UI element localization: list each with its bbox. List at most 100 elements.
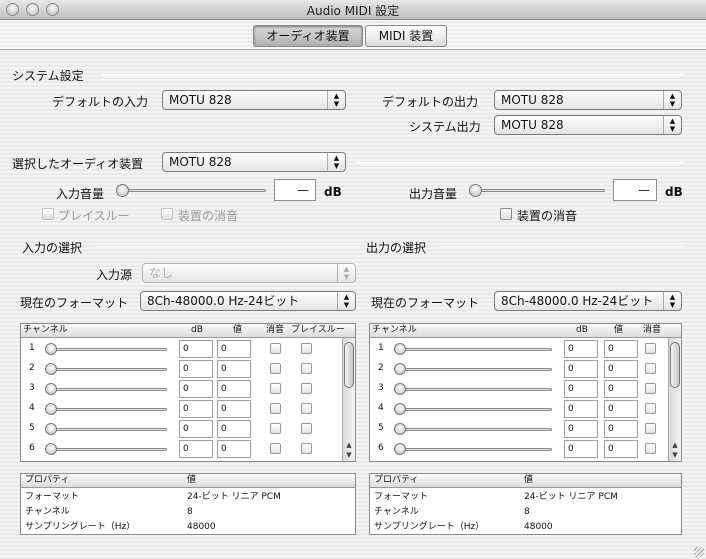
input-volume-field[interactable]: — [274,179,316,201]
slider-knob[interactable] [394,423,406,435]
output-volume-slider[interactable] [469,184,605,197]
scroll-down-icon[interactable]: ▼ [343,451,355,459]
channel-mute-checkbox[interactable] [645,403,656,414]
output-mute-checkbox[interactable] [500,208,512,220]
column-channel[interactable]: チャンネル [23,324,68,337]
slider-knob[interactable] [394,403,406,415]
channel-db-field[interactable]: 0 [564,440,598,458]
channel-db-field[interactable]: 0 [564,340,598,358]
channel-value-field[interactable]: 0 [217,380,251,398]
channel-mute-checkbox[interactable] [270,423,281,434]
output-volume-field[interactable]: — [613,179,657,201]
channel-mute-checkbox[interactable] [645,383,656,394]
slider-knob[interactable] [394,443,406,455]
slider-knob[interactable] [45,423,57,435]
channel-db-field[interactable]: 0 [564,400,598,418]
slider-knob[interactable] [45,383,57,395]
scroll-down-icon[interactable]: ▼ [669,451,681,459]
channel-gain-slider[interactable] [394,383,552,395]
column-mute[interactable]: 消音 [266,324,284,337]
channel-gain-slider[interactable] [45,403,167,415]
output-format-popup[interactable]: 8Ch-48000.0 Hz-24ビット ▲ ▼ [494,291,682,311]
channel-playthrough-checkbox[interactable] [301,443,312,454]
column-db[interactable]: dB [191,324,203,337]
system-output-popup[interactable]: MOTU 828 ▲ ▼ [494,115,682,135]
playthrough-checkbox[interactable] [42,208,54,220]
scroll-thumb[interactable] [344,342,354,388]
resize-grip-icon[interactable] [694,547,704,557]
slider-knob[interactable] [45,403,57,415]
slider-knob[interactable] [45,443,57,455]
channel-value-field[interactable]: 0 [217,440,251,458]
channel-value-field[interactable]: 0 [604,340,638,358]
column-value[interactable]: 値 [187,474,196,487]
column-channel[interactable]: チャンネル [372,324,417,337]
column-playthrough[interactable]: プレイスルー [291,324,345,337]
tab-midi-devices[interactable]: MIDI 装置 [365,25,447,47]
channel-gain-slider[interactable] [394,403,552,415]
slider-knob[interactable] [116,184,129,197]
column-value[interactable]: 値 [614,324,623,337]
scroll-up-icon[interactable]: ▲ [343,441,355,449]
channel-mute-checkbox[interactable] [270,443,281,454]
selected-device-popup[interactable]: MOTU 828 ▲ ▼ [162,152,346,172]
channel-playthrough-checkbox[interactable] [301,383,312,394]
channel-playthrough-checkbox[interactable] [301,423,312,434]
channel-mute-checkbox[interactable] [270,383,281,394]
column-property[interactable]: プロパティ [374,474,418,487]
scroll-thumb[interactable] [670,342,680,388]
column-property[interactable]: プロパティ [25,474,69,487]
channel-db-field[interactable]: 0 [179,440,213,458]
channel-db-field[interactable]: 0 [179,400,213,418]
default-input-popup[interactable]: MOTU 828 ▲ ▼ [162,90,346,110]
channel-db-field[interactable]: 0 [564,380,598,398]
channel-mute-checkbox[interactable] [270,363,281,374]
column-value[interactable]: 値 [524,474,533,487]
input-source-popup[interactable]: なし ▲ ▼ [142,263,356,283]
channel-mute-checkbox[interactable] [270,403,281,414]
channel-playthrough-checkbox[interactable] [301,403,312,414]
channel-mute-checkbox[interactable] [645,343,656,354]
channel-gain-slider[interactable] [45,343,167,355]
channel-db-field[interactable]: 0 [179,380,213,398]
channel-value-field[interactable]: 0 [604,380,638,398]
channel-gain-slider[interactable] [394,443,552,455]
channel-mute-checkbox[interactable] [645,363,656,374]
slider-knob[interactable] [394,363,406,375]
channel-db-field[interactable]: 0 [179,340,213,358]
channel-value-field[interactable]: 0 [604,440,638,458]
channel-gain-slider[interactable] [45,443,167,455]
slider-knob[interactable] [45,363,57,375]
default-output-popup[interactable]: MOTU 828 ▲ ▼ [494,90,682,110]
title-bar[interactable]: Audio MIDI 設定 [0,0,706,20]
channel-gain-slider[interactable] [45,383,167,395]
channel-value-field[interactable]: 0 [604,360,638,378]
column-mute[interactable]: 消音 [643,324,661,337]
channel-gain-slider[interactable] [45,363,167,375]
slider-knob[interactable] [394,383,406,395]
slider-knob[interactable] [45,343,57,355]
channel-playthrough-checkbox[interactable] [301,343,312,354]
channel-gain-slider[interactable] [45,423,167,435]
channel-value-field[interactable]: 0 [217,360,251,378]
channel-value-field[interactable]: 0 [217,400,251,418]
channel-value-field[interactable]: 0 [604,420,638,438]
scroll-up-icon[interactable]: ▲ [669,441,681,449]
output-table-scrollbar[interactable]: ▲ ▼ [668,338,681,461]
channel-db-field[interactable]: 0 [564,420,598,438]
channel-value-field[interactable]: 0 [217,340,251,358]
channel-db-field[interactable]: 0 [179,420,213,438]
input-volume-slider[interactable] [116,184,266,197]
input-mute-checkbox[interactable] [161,208,173,220]
channel-mute-checkbox[interactable] [645,423,656,434]
tab-audio-devices[interactable]: オーディオ装置 [253,25,363,47]
column-db[interactable]: dB [576,324,588,337]
input-format-popup[interactable]: 8Ch-48000.0 Hz-24ビット ▲ ▼ [140,291,356,311]
channel-value-field[interactable]: 0 [604,400,638,418]
channel-mute-checkbox[interactable] [270,343,281,354]
input-table-scrollbar[interactable]: ▲ ▼ [342,338,355,461]
channel-value-field[interactable]: 0 [217,420,251,438]
channel-mute-checkbox[interactable] [645,443,656,454]
channel-playthrough-checkbox[interactable] [301,363,312,374]
column-value[interactable]: 値 [233,324,242,337]
